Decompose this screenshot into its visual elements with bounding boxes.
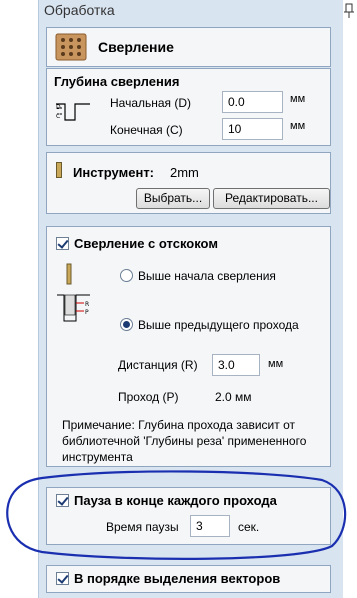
pass-value: 2.0 мм — [215, 390, 252, 404]
note-line-2: библиотечной 'Глубины реза' примененного — [62, 434, 307, 448]
svg-text:D: D — [56, 104, 61, 111]
header-title: Сверление — [98, 39, 174, 55]
peck-card: Сверление с отскоком R P Выше начала све… — [46, 226, 331, 467]
distance-label: Дистанция (R) — [118, 358, 198, 372]
pause-checkbox[interactable] — [56, 494, 69, 507]
tool-card: Инструмент: 2mm Выбрать... Выбрать... Ре… — [46, 152, 331, 214]
radio-above-previous[interactable] — [120, 318, 133, 331]
peck-diagram-icon: R P — [57, 263, 90, 322]
depth-diagram-icon: C D — [56, 103, 90, 121]
edit-tool-button[interactable]: Редактировать... — [213, 188, 330, 209]
note-line-3: инструмента — [62, 450, 133, 464]
peck-checkbox[interactable] — [56, 237, 69, 250]
select-button[interactable]: Выбрать... — [136, 188, 210, 209]
svg-text:C: C — [56, 113, 60, 120]
tool-value: 2mm — [170, 165, 199, 180]
end-depth-label: Конечная (C) — [110, 123, 183, 137]
drill-block-icon — [55, 33, 87, 61]
header-card: Сверление — [46, 27, 331, 67]
order-checkbox[interactable] — [56, 572, 69, 585]
start-depth-unit: мм — [290, 93, 306, 105]
pin-icon[interactable] — [341, 2, 357, 20]
radio-above-previous-label: Выше предыдущего прохода — [138, 318, 299, 332]
start-depth-label: Начальная (D) — [110, 96, 192, 110]
peck-title: Сверление с отскоком — [74, 236, 218, 251]
panel-title: Обработка — [44, 2, 115, 18]
depth-card: Глубина сверления C D Начальная (D) мм К… — [46, 68, 331, 146]
start-depth-input[interactable] — [222, 91, 283, 113]
depth-title: Глубина сверления — [54, 74, 180, 89]
pause-title: Пауза в конце каждого прохода — [74, 493, 277, 508]
order-card: В порядке выделения векторов — [46, 565, 331, 593]
svg-text:R: R — [85, 301, 89, 308]
radio-above-start[interactable] — [120, 269, 133, 282]
end-depth-input[interactable] — [222, 118, 283, 140]
radio-above-start-label: Выше начала сверления — [138, 269, 276, 283]
svg-text:P: P — [85, 309, 89, 316]
note-line-1: Примечание: Глубина прохода зависит от — [62, 418, 295, 432]
tool-bit-icon — [56, 162, 62, 178]
pause-card: Пауза в конце каждого прохода Время пауз… — [46, 487, 331, 545]
pass-label: Проход (P) — [118, 390, 179, 404]
pause-time-input[interactable] — [190, 515, 230, 537]
pause-time-label: Время паузы — [106, 520, 179, 534]
distance-unit: мм — [268, 358, 284, 370]
distance-input[interactable] — [212, 354, 260, 376]
end-depth-unit: мм — [290, 120, 306, 132]
pause-time-unit: сек. — [238, 520, 260, 534]
order-title: В порядке выделения векторов — [74, 571, 281, 586]
left-strip — [0, 0, 38, 598]
tool-label: Инструмент: — [73, 165, 155, 180]
